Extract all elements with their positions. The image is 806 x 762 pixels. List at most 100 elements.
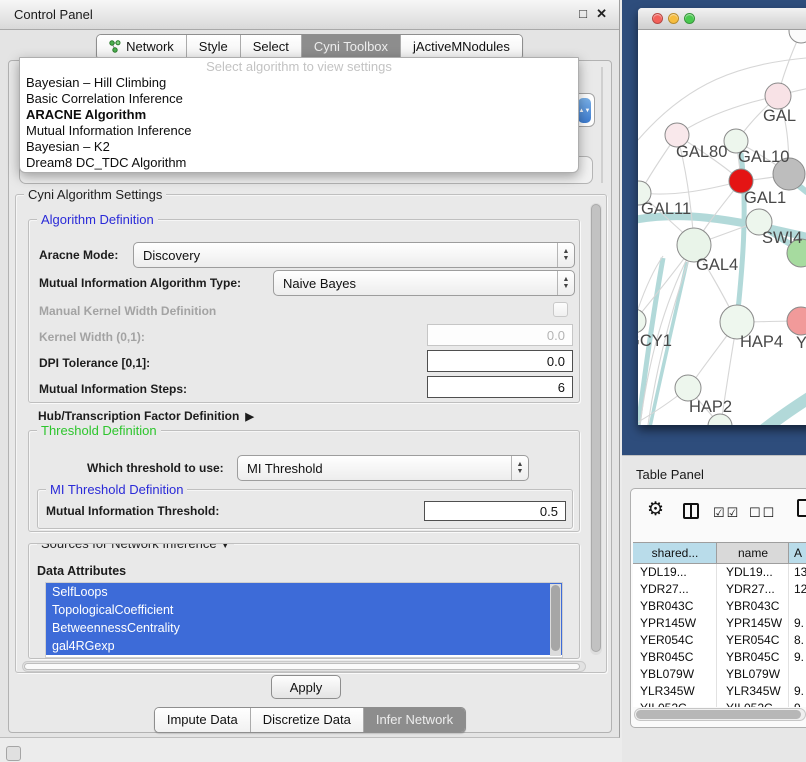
- mi-threshold-group: MI Threshold Definition Mutual Informati…: [37, 489, 573, 529]
- node-label: GAL11: [641, 200, 691, 218]
- table-cell: 8.: [789, 632, 806, 649]
- node-label: GAL4: [696, 256, 738, 274]
- manual-kernel-label: Manual Kernel Width Definition: [39, 304, 216, 318]
- combo-stepper-icon: ▲▼: [578, 98, 591, 123]
- table-horizontal-scrollbar[interactable]: [634, 708, 806, 721]
- float-panel-icon[interactable]: □: [579, 6, 587, 21]
- network-node-y[interactable]: [787, 307, 806, 335]
- gear-icon[interactable]: ⚙: [647, 498, 664, 521]
- deselect-all-checkboxes-icon[interactable]: ☐☐: [749, 505, 776, 521]
- attr-items: SelfLoopsTopologicalCoefficientBetweenne…: [46, 583, 562, 655]
- table-row[interactable]: YBR043CYBR043C: [633, 598, 806, 615]
- mi-steps-label: Mutual Information Steps:: [39, 382, 187, 396]
- table-row[interactable]: YDR27...YDR27...12: [633, 581, 806, 598]
- settings-vertical-scrollbar[interactable]: [590, 203, 602, 655]
- table-cell: YBR043C: [633, 598, 717, 615]
- network-view-window: GALGAL80GAL10GAL1GAL11SWI4GAL4GCY1HAP4YH…: [638, 8, 806, 425]
- tab-label: jActiveMNodules: [413, 39, 510, 54]
- manual-kernel-checkbox[interactable]: [553, 302, 568, 317]
- tab-discretize-data[interactable]: Discretize Data: [250, 708, 363, 732]
- table-row[interactable]: YDL19...YDL19...13: [633, 564, 806, 581]
- tab-jactivemnodules[interactable]: jActiveMNodules: [400, 35, 522, 59]
- algorithm-option[interactable]: Mutual Information Inference: [20, 123, 578, 139]
- algorithm-option[interactable]: ARACNE Algorithm: [20, 107, 578, 123]
- attr-list-scrollbar[interactable]: [550, 584, 561, 656]
- tab-style[interactable]: Style: [186, 35, 240, 59]
- table-cell: YDR27...: [633, 581, 717, 598]
- table-row[interactable]: YBR045CYBR045C9.: [633, 649, 806, 666]
- algorithm-dropdown[interactable]: Select algorithm to view settings Bayesi…: [19, 57, 579, 173]
- algorithm-option[interactable]: Basic Correlation Inference: [20, 91, 578, 107]
- tab-impute-data[interactable]: Impute Data: [155, 708, 250, 732]
- network-node-gcy1[interactable]: [638, 309, 646, 333]
- scrollbar-thumb[interactable]: [636, 710, 801, 719]
- cyni-algorithm-settings-group: Cyni Algorithm Settings Algorithm Defini…: [15, 194, 607, 673]
- scrollbar-thumb[interactable]: [551, 585, 560, 651]
- mi-threshold-label: Mutual Information Threshold:: [46, 504, 219, 518]
- scrollbar-thumb[interactable]: [591, 204, 601, 652]
- column-header-1[interactable]: shared...: [633, 543, 717, 563]
- data-attribute-item[interactable]: SelfLoops: [46, 583, 562, 601]
- network-node[interactable]: [789, 30, 806, 43]
- table-row[interactable]: YLR345WYLR345W9.: [633, 683, 806, 700]
- algorithm-option[interactable]: Bayesian – K2: [20, 139, 578, 155]
- columns-icon[interactable]: [683, 503, 699, 519]
- table-row[interactable]: YIL052CYIL052C9.: [633, 700, 806, 707]
- groupbox-fragment: [601, 67, 603, 183]
- table-row[interactable]: YBL079WYBL079W: [633, 666, 806, 683]
- node-label: GAL: [763, 107, 796, 125]
- node-label: GCY1: [638, 332, 672, 350]
- close-icon[interactable]: ✕: [596, 6, 607, 22]
- table-row[interactable]: YER054CYER054C8.: [633, 632, 806, 649]
- dpi-tolerance-field[interactable]: 0.0: [427, 350, 573, 372]
- tab-label: Cyni Toolbox: [314, 39, 388, 54]
- zoom-traffic-light[interactable]: [684, 13, 695, 24]
- column-header-2[interactable]: name: [717, 543, 789, 563]
- combo-stepper-icon: ▲▼: [557, 271, 574, 295]
- settings-horizontal-scrollbar[interactable]: [22, 661, 586, 672]
- network-edge: [640, 182, 738, 194]
- mi-threshold-field[interactable]: 0.5: [424, 501, 566, 521]
- data-attribute-item[interactable]: TopologicalCoefficient: [46, 601, 562, 619]
- aracne-mode-combo[interactable]: Discovery ▲▼: [133, 242, 575, 268]
- which-threshold-combo[interactable]: MI Threshold ▲▼: [237, 455, 529, 481]
- node-label: HAP2: [689, 398, 732, 416]
- bottom-tab-group: Impute Data Discretize DataInfer Network: [154, 707, 466, 733]
- table-cell: YLR345W: [633, 683, 717, 700]
- table-row[interactable]: YPR145WYPR145W9.: [633, 615, 806, 632]
- data-attributes-list: SelfLoopsTopologicalCoefficientBetweenne…: [45, 582, 563, 658]
- network-node-gal[interactable]: [765, 83, 791, 109]
- sources-toggle[interactable]: Sources for Network Inference ▼: [37, 543, 234, 551]
- data-attribute-item[interactable]: gal4RGexp: [46, 637, 562, 655]
- table-cell: YDL19...: [717, 564, 789, 581]
- node-label: Y: [796, 334, 806, 352]
- column-header-3[interactable]: A: [789, 543, 806, 563]
- tab-infer-network[interactable]: Infer Network: [363, 708, 465, 732]
- select-all-checkboxes-icon[interactable]: ☑☑: [713, 505, 740, 521]
- node-table-card: ⚙ ☑☑ ☐☐ shared...nameA YDL19...YDL19...1…: [630, 488, 806, 728]
- hub-definition-toggle[interactable]: Hub/Transcription Factor Definition▶: [38, 409, 254, 423]
- algorithm-option[interactable]: Dream8 DC_TDC Algorithm: [20, 155, 578, 171]
- apply-button[interactable]: Apply: [271, 675, 341, 699]
- docked-panel-icon[interactable]: [6, 746, 21, 761]
- mi-type-combo[interactable]: Naive Bayes ▲▼: [273, 270, 575, 296]
- table-cell: 12: [789, 581, 806, 598]
- control-panel-window: Control Panel □ ✕ NetworkStyleSelectCyni…: [0, 0, 620, 738]
- close-traffic-light[interactable]: [652, 13, 663, 24]
- table-cell: 13: [789, 564, 806, 581]
- tab-label: Impute Data: [167, 712, 238, 727]
- document-icon[interactable]: [797, 499, 806, 517]
- aracne-mode-label: Aracne Mode:: [39, 248, 118, 262]
- scrollbar-thumb[interactable]: [24, 663, 580, 670]
- algorithm-option[interactable]: Bayesian – Hill Climbing: [20, 75, 578, 91]
- data-attribute-item[interactable]: BetweennessCentrality: [46, 619, 562, 637]
- tab-select[interactable]: Select: [240, 35, 301, 59]
- table-cell: YBL079W: [633, 666, 717, 683]
- kernel-width-field[interactable]: 0.0: [427, 324, 573, 346]
- tab-network[interactable]: Network: [97, 35, 186, 59]
- mi-steps-field[interactable]: 6: [427, 376, 573, 398]
- tab-cyni-toolbox[interactable]: Cyni Toolbox: [301, 35, 400, 59]
- minimize-traffic-light[interactable]: [668, 13, 679, 24]
- node-label: GAL1: [744, 189, 786, 207]
- network-graph[interactable]: GALGAL80GAL10GAL1GAL11SWI4GAL4GCY1HAP4YH…: [638, 30, 806, 425]
